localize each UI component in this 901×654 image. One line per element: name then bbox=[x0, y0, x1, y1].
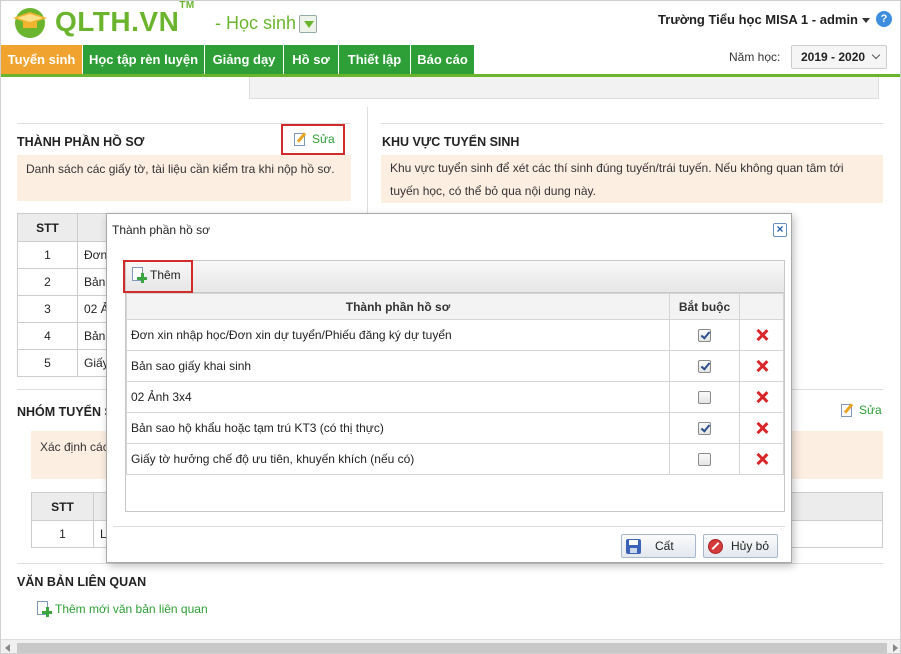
component-name[interactable]: Giấy tờ hưởng chế độ ưu tiên, khuyến khí… bbox=[126, 443, 670, 475]
component-name[interactable]: 02 Ảnh 3x4 bbox=[126, 381, 670, 413]
cancel-icon bbox=[708, 538, 723, 554]
col-stt: STT bbox=[31, 492, 94, 521]
help-icon[interactable]: ? bbox=[876, 11, 892, 27]
required-checkbox[interactable] bbox=[698, 390, 711, 404]
cancel-button[interactable]: Hủy bỏ bbox=[703, 534, 778, 558]
nav-thiet-lap[interactable]: Thiết lập bbox=[339, 45, 410, 74]
add-related-doc-link[interactable]: Thêm mới văn bản liên quan bbox=[37, 601, 208, 617]
required-checkbox[interactable] bbox=[698, 328, 711, 342]
top-grey-panel bbox=[249, 77, 879, 99]
nav-giang-day[interactable]: Giảng dạy bbox=[205, 45, 283, 74]
scroll-right-icon[interactable] bbox=[893, 644, 898, 652]
add-document-icon bbox=[37, 601, 52, 617]
related-section-title: VĂN BẢN LIÊN QUAN bbox=[17, 575, 147, 589]
table-row[interactable]: 02 Ảnh 3x4 bbox=[126, 381, 784, 413]
chevron-down-icon bbox=[871, 50, 881, 60]
save-button[interactable]: Cất bbox=[621, 534, 696, 558]
delete-icon[interactable] bbox=[756, 360, 768, 372]
divider bbox=[381, 123, 883, 124]
cell-stt: 3 bbox=[17, 295, 78, 323]
role-label: - Học sinh bbox=[215, 13, 297, 33]
required-checkbox[interactable] bbox=[698, 452, 711, 466]
component-name[interactable]: Đơn xin nhập học/Đơn xin dự tuyển/Phiếu … bbox=[126, 319, 670, 351]
col-stt: STT bbox=[17, 213, 78, 242]
highlight-box bbox=[123, 260, 193, 293]
group-edit-label: Sửa bbox=[859, 403, 882, 417]
col-required: Bắt buộc bbox=[669, 293, 740, 320]
table-row[interactable]: Bản sao hộ khẩu hoặc tạm trú KT3 (có thị… bbox=[126, 412, 784, 444]
col-actions bbox=[739, 293, 784, 320]
dialog-title: Thành phần hồ sơ bbox=[112, 223, 210, 237]
profile-section-title: THÀNH PHẦN HỒ SƠ bbox=[17, 135, 145, 149]
delete-icon[interactable] bbox=[756, 453, 768, 465]
user-label: Trường Tiểu học MISA 1 - admin bbox=[658, 12, 858, 27]
nav-ho-so[interactable]: Hồ sơ bbox=[284, 45, 338, 74]
group-edit-link[interactable]: Sửa bbox=[841, 403, 882, 417]
table-row[interactable]: Giấy tờ hưởng chế độ ưu tiên, khuyến khí… bbox=[126, 443, 784, 475]
header: QLTH.VNTM - Học sinh Trường Tiểu học MIS… bbox=[1, 0, 900, 45]
profile-notice: Danh sách các giấy tờ, tài liệu cần kiểm… bbox=[17, 155, 351, 201]
nav-tuyen-sinh[interactable]: Tuyển sinh bbox=[1, 45, 82, 74]
school-year-value: 2019 - 2020 bbox=[801, 50, 866, 64]
group-section-title: NHÓM TUYỂN S bbox=[17, 405, 113, 419]
area-notice: Khu vực tuyển sinh để xét các thí sinh đ… bbox=[381, 155, 883, 203]
close-icon[interactable]: × bbox=[773, 223, 787, 237]
graduation-cap-icon bbox=[13, 8, 47, 38]
cell-stt: 5 bbox=[17, 349, 78, 377]
delete-icon[interactable] bbox=[756, 391, 768, 403]
cell-stt: 2 bbox=[17, 268, 78, 296]
app-window: QLTH.VNTM - Học sinh Trường Tiểu học MIS… bbox=[0, 0, 901, 654]
horizontal-scrollbar[interactable] bbox=[1, 639, 900, 653]
add-related-doc-label: Thêm mới văn bản liên quan bbox=[55, 601, 208, 616]
component-name[interactable]: Bản sao hộ khẩu hoặc tạm trú KT3 (có thị… bbox=[126, 412, 670, 444]
dialog-footer-divider bbox=[113, 526, 785, 527]
save-button-label: Cất bbox=[655, 539, 674, 553]
school-year-label: Năm học: bbox=[729, 50, 781, 64]
role-dropdown-icon[interactable] bbox=[299, 15, 317, 33]
required-checkbox[interactable] bbox=[698, 421, 711, 435]
edit-icon bbox=[841, 403, 855, 417]
delete-icon[interactable] bbox=[756, 329, 768, 341]
area-section-title: KHU VỰC TUYỂN SINH bbox=[382, 135, 520, 149]
required-checkbox[interactable] bbox=[698, 359, 711, 373]
caret-down-icon bbox=[862, 18, 870, 24]
cell-stt: 1 bbox=[31, 520, 94, 548]
col-component-name: Thành phần hồ sơ bbox=[126, 293, 670, 320]
cell-stt: 1 bbox=[17, 241, 78, 269]
delete-icon[interactable] bbox=[756, 422, 768, 434]
save-icon bbox=[626, 538, 641, 554]
scroll-left-icon[interactable] bbox=[5, 644, 10, 652]
nav-bao-cao[interactable]: Báo cáo bbox=[411, 45, 474, 74]
nav-hoc-tap-ren-luyen[interactable]: Học tập rèn luyện bbox=[83, 45, 204, 74]
user-menu[interactable]: Trường Tiểu học MISA 1 - admin bbox=[658, 12, 870, 27]
cancel-button-label: Hủy bỏ bbox=[731, 539, 770, 553]
divider bbox=[17, 563, 883, 564]
logo-text: QLTH.VNTM bbox=[55, 0, 195, 37]
main-nav: Tuyển sinh Học tập rèn luyện Giảng dạy H… bbox=[1, 45, 900, 77]
scroll-thumb[interactable] bbox=[17, 643, 887, 653]
cell-stt: 4 bbox=[17, 322, 78, 350]
components-table: Thành phần hồ sơ Bắt buộc Đơn xin nhập h… bbox=[126, 293, 784, 475]
dialog-toolbar: Thêm bbox=[126, 261, 784, 293]
component-name[interactable]: Bản sao giấy khai sinh bbox=[126, 350, 670, 382]
highlight-box bbox=[281, 124, 345, 155]
logo[interactable]: QLTH.VNTM bbox=[9, 0, 195, 39]
table-row[interactable]: Đơn xin nhập học/Đơn xin dự tuyển/Phiếu … bbox=[126, 319, 784, 351]
profile-components-dialog: Thành phần hồ sơ × Thêm Thành phần hồ sơ… bbox=[106, 213, 792, 563]
school-year-select[interactable]: 2019 - 2020 bbox=[791, 45, 887, 69]
dialog-grid-panel: Thêm Thành phần hồ sơ Bắt buộc Đơn xin n… bbox=[125, 260, 785, 512]
table-row[interactable]: Bản sao giấy khai sinh bbox=[126, 350, 784, 382]
